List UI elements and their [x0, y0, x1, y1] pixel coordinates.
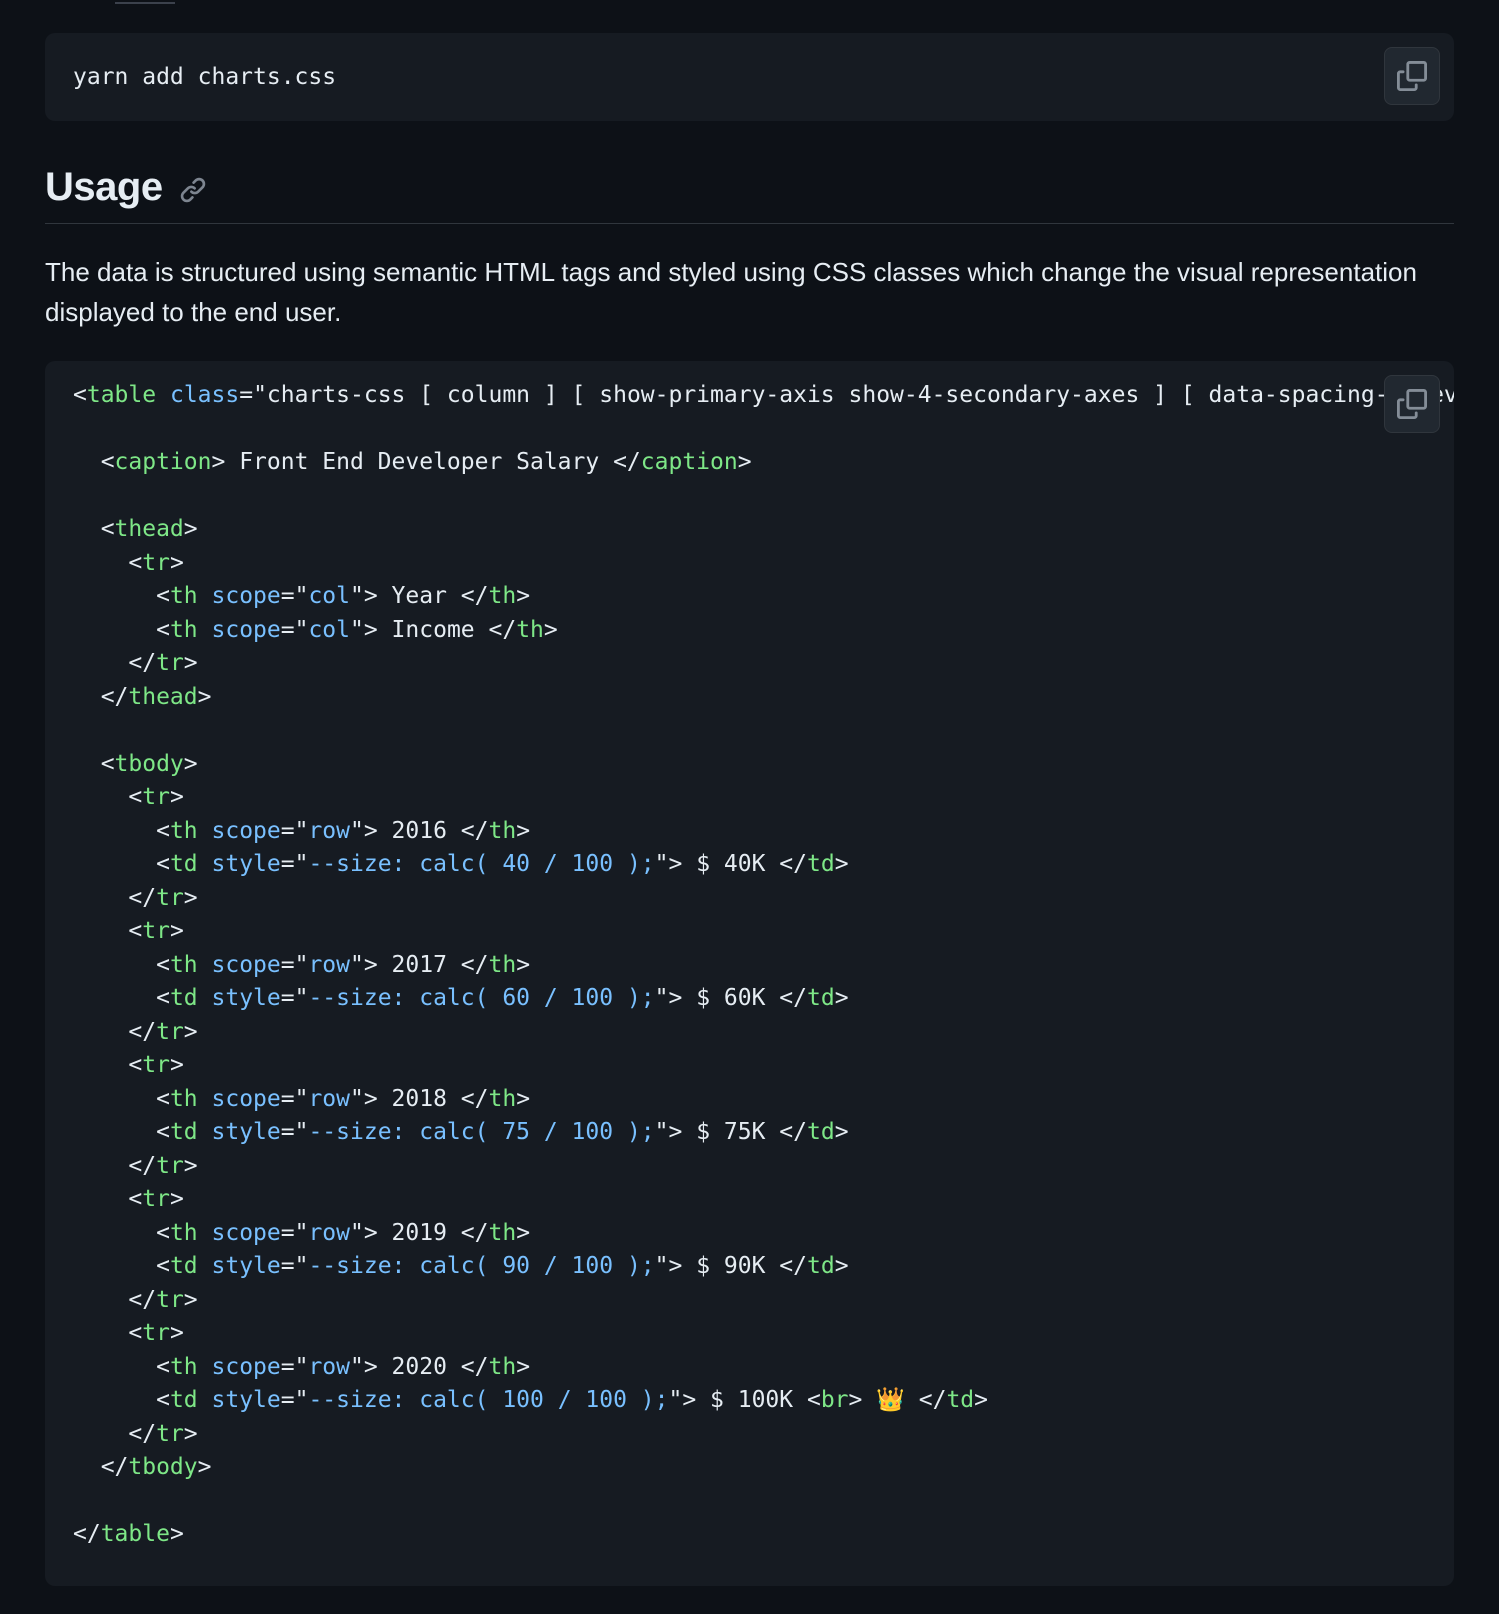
usage-heading: Usage — [45, 158, 1454, 224]
copy-icon — [1397, 61, 1427, 91]
install-code-block: yarn add charts.css — [45, 33, 1454, 121]
copy-icon — [1397, 389, 1427, 419]
usage-title: Usage — [45, 165, 163, 209]
link-icon[interactable] — [179, 176, 207, 204]
copy-usage-button[interactable] — [1384, 375, 1440, 433]
usage-description: The data is structured using semantic HT… — [45, 257, 1417, 327]
previous-section-remnant — [45, 0, 205, 6]
usage-code-block: <table class="charts-css [ column ] [ sh… — [45, 361, 1454, 1586]
copy-install-button[interactable] — [1384, 47, 1440, 105]
install-command: yarn add charts.css — [73, 64, 337, 90]
usage-code: <table class="charts-css [ column ] [ sh… — [73, 382, 1454, 1547]
